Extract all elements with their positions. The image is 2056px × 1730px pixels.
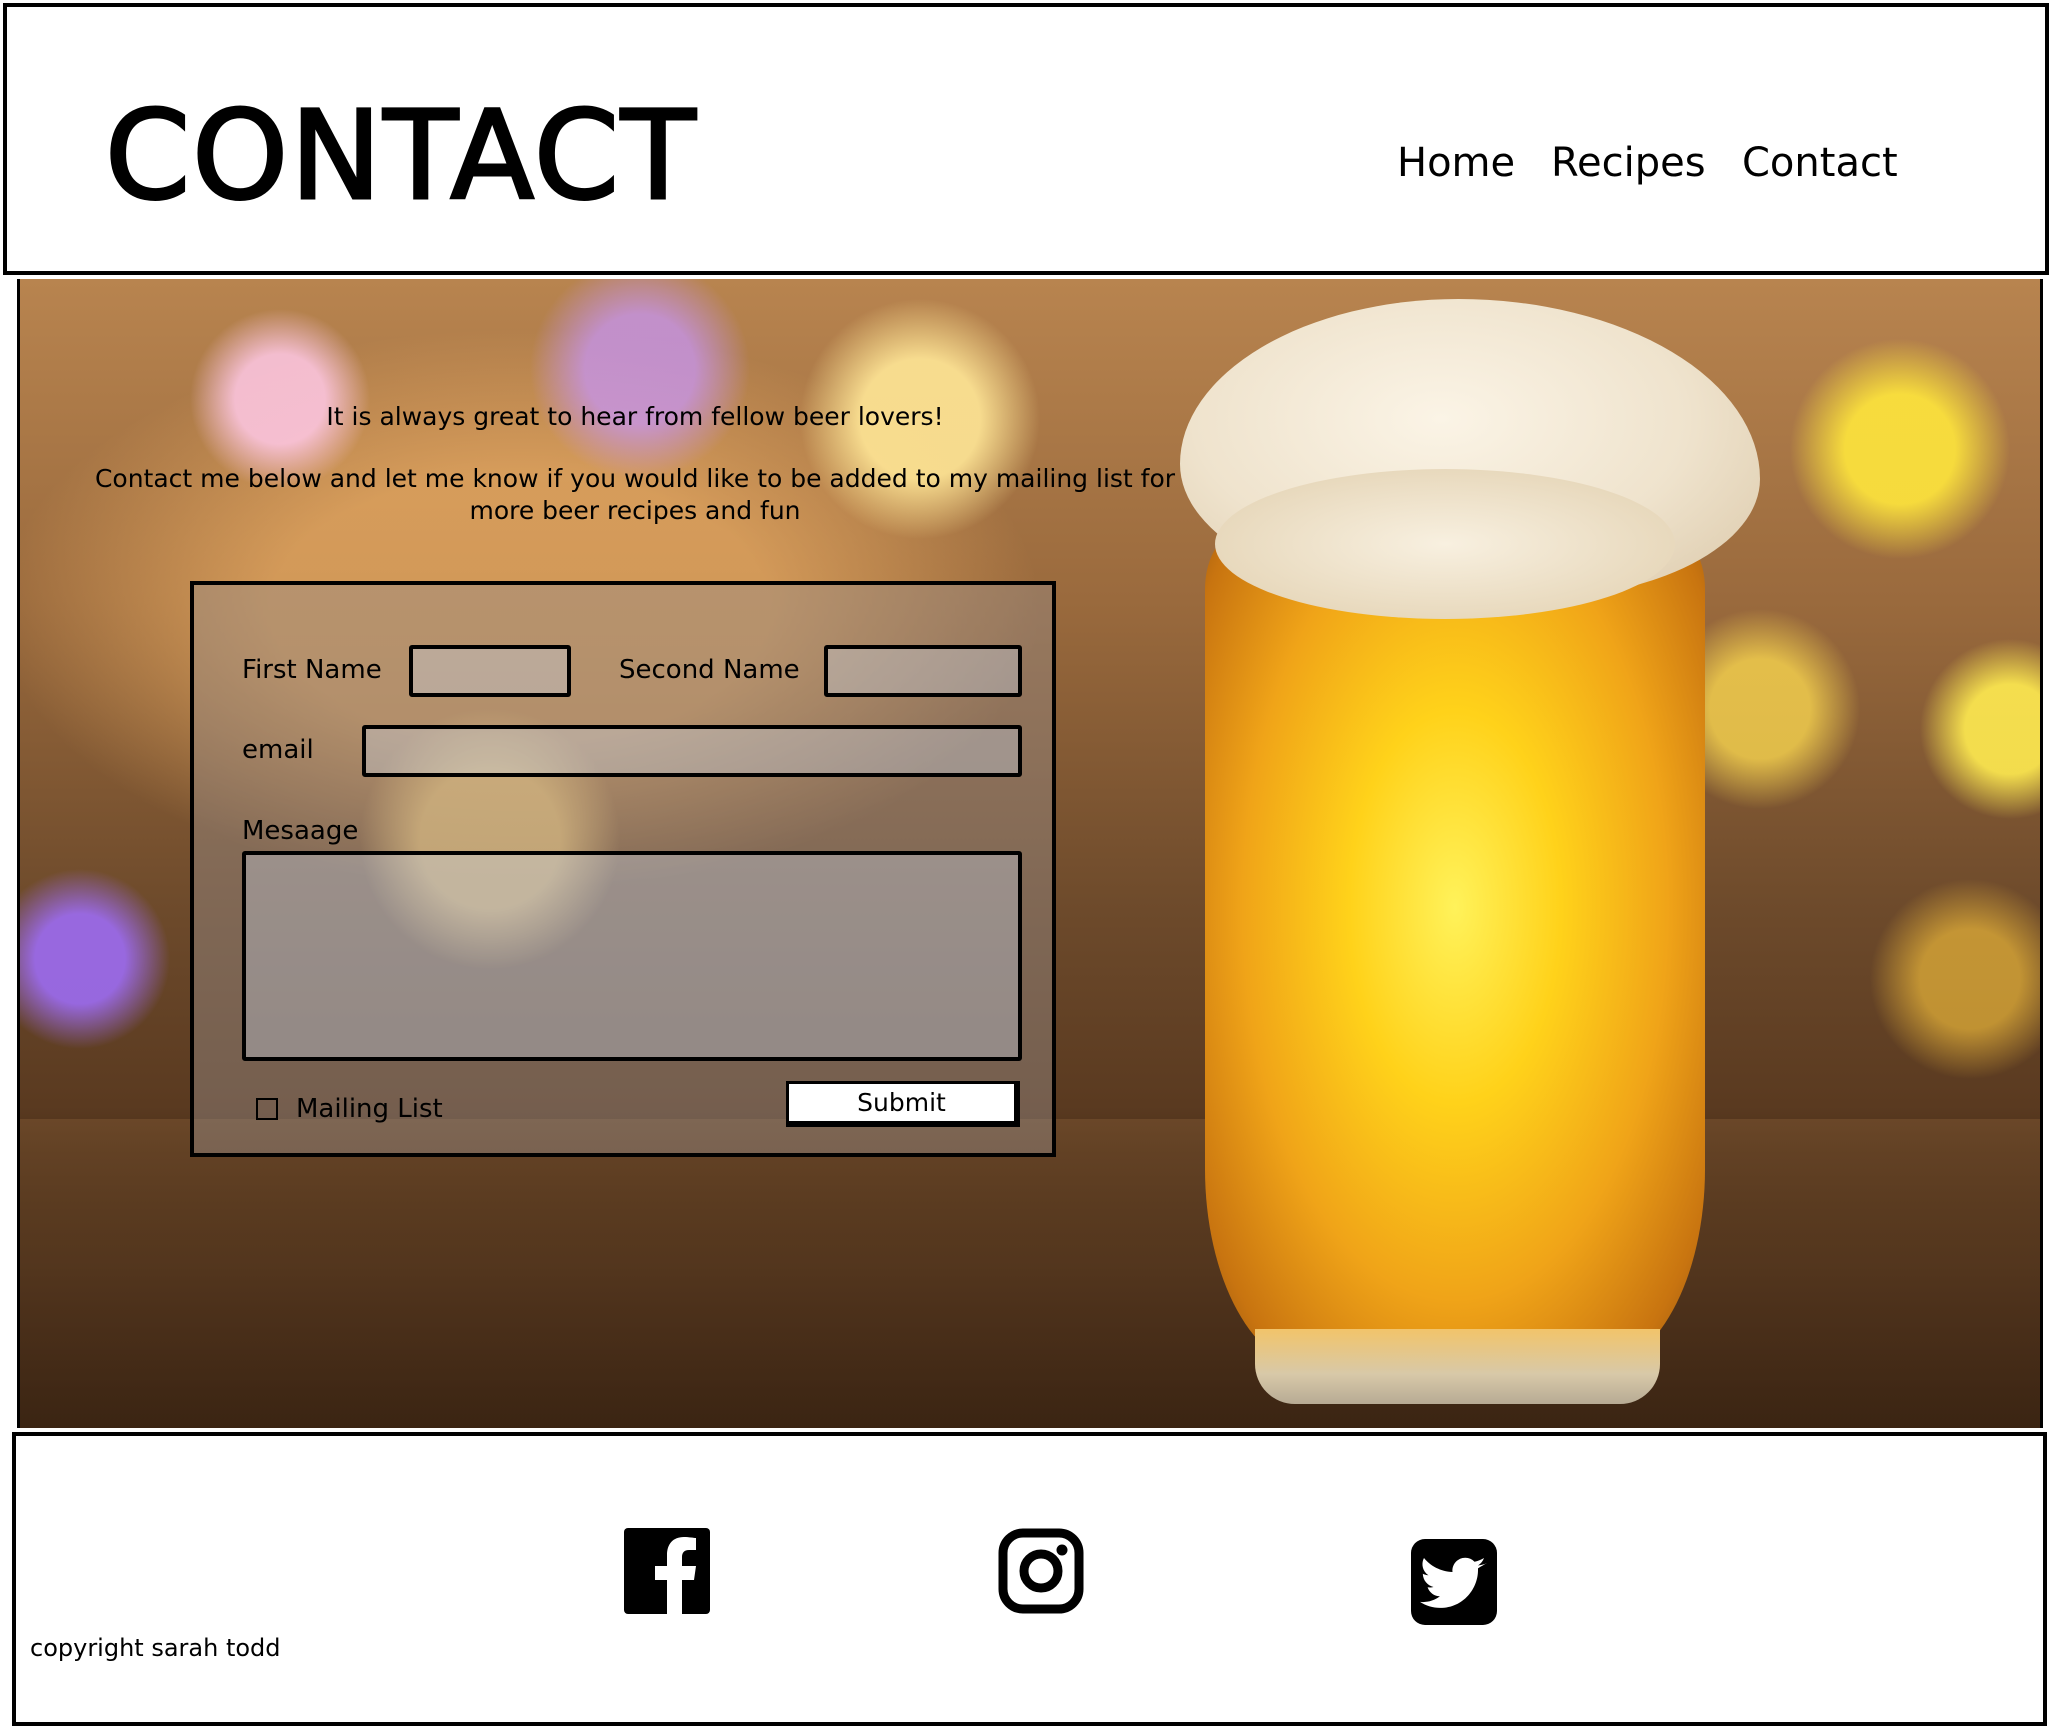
wooden-table [20,1119,2040,1428]
mailing-list-label: Mailing List [296,1094,443,1124]
nav-recipes[interactable]: Recipes [1551,143,1706,183]
facebook-icon[interactable] [624,1528,710,1614]
contact-form: First Name Second Name email Mesaage Mai… [190,581,1056,1157]
beer-foam-rim [1215,469,1675,619]
second-name-label: Second Name [619,655,800,685]
header: CONTACT Home Recipes Contact [3,3,2049,275]
page-title: CONTACT [104,85,698,227]
twitter-icon[interactable] [1411,1539,1497,1625]
nav-home[interactable]: Home [1397,143,1515,183]
intro-text: It is always great to hear from fellow b… [326,402,944,431]
hero-background: It is always great to hear from fellow b… [17,279,2043,1428]
beer-glass-base [1255,1329,1660,1404]
first-name-label: First Name [242,655,382,685]
message-label: Mesaage [242,816,359,846]
copyright-text: copyright sarah todd [30,1634,281,1662]
first-name-input[interactable] [409,645,571,697]
second-name-input[interactable] [824,645,1022,697]
intro-subtext: Contact me below and let me know if you … [94,464,1176,525]
email-input[interactable] [362,725,1022,777]
submit-button[interactable]: Submit [786,1081,1020,1127]
footer: copyright sarah todd [12,1432,2047,1726]
nav-contact[interactable]: Contact [1742,143,1898,183]
email-label: email [242,735,314,765]
mailing-list-checkbox[interactable] [256,1098,278,1120]
beer-glass-image [1205,529,1705,1369]
instagram-icon[interactable] [998,1528,1084,1614]
message-textarea[interactable] [242,851,1022,1061]
